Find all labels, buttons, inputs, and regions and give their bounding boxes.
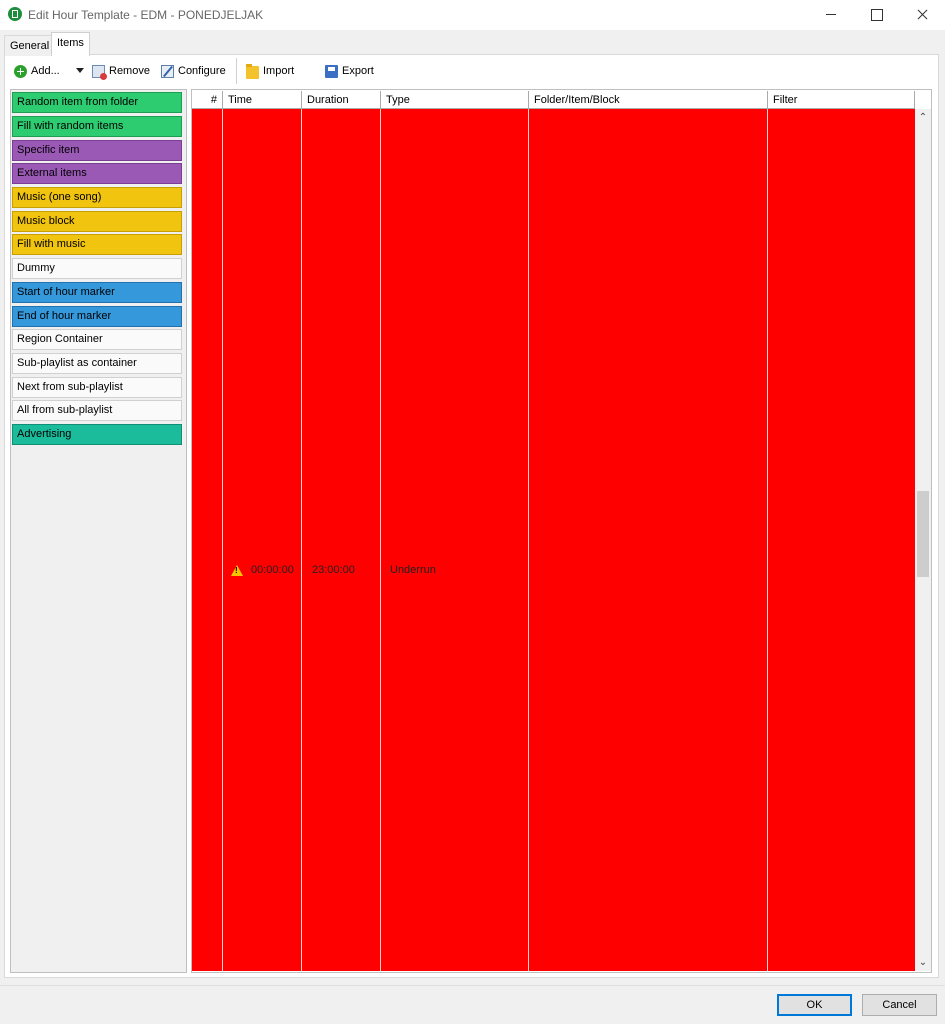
cancel-button[interactable]: Cancel — [862, 994, 937, 1016]
save-icon — [325, 64, 338, 78]
scroll-down-icon[interactable]: ⌄ — [915, 954, 931, 971]
column-divider — [222, 109, 223, 971]
column-divider — [767, 109, 768, 971]
row-duration: 23:00:00 — [312, 564, 355, 576]
column-header-number[interactable]: # — [192, 91, 223, 109]
configure-label: Configure — [178, 65, 226, 77]
configure-button[interactable]: Configure — [161, 62, 226, 80]
palette-item-dummy[interactable]: Dummy — [12, 258, 182, 279]
column-header-duration[interactable]: Duration — [302, 91, 381, 109]
scrollbar-thumb[interactable] — [917, 491, 929, 577]
palette-item-music-one-song[interactable]: Music (one song) — [12, 187, 182, 208]
minimize-button[interactable] — [808, 0, 854, 30]
ok-button[interactable]: OK — [777, 994, 852, 1016]
maximize-button[interactable] — [853, 0, 899, 30]
scroll-up-icon[interactable]: ⌃ — [915, 109, 931, 126]
palette-item-sub-playlist-as-container[interactable]: Sub-playlist as container — [12, 353, 182, 374]
export-button[interactable]: Export — [325, 62, 374, 80]
remove-label: Remove — [109, 65, 150, 77]
hour-template-icon — [8, 7, 22, 21]
palette-item-region-container[interactable]: Region Container — [12, 329, 182, 350]
close-button[interactable] — [899, 0, 945, 30]
remove-button[interactable]: Remove — [92, 62, 150, 80]
tab-items[interactable]: Items — [51, 32, 90, 56]
palette-item-end-of-hour-marker[interactable]: End of hour marker — [12, 306, 182, 327]
add-label: Add... — [31, 65, 60, 77]
column-divider — [380, 109, 381, 971]
window-title: Edit Hour Template - EDM - PONEDJELJAK — [28, 8, 264, 22]
add-button[interactable]: Add... — [14, 62, 60, 80]
row-type: Underrun — [390, 564, 436, 576]
add-icon — [14, 64, 27, 78]
title-bar: Edit Hour Template - EDM - PONEDJELJAK — [0, 0, 945, 30]
palette-item-random-item-from-folder[interactable]: Random item from folder — [12, 92, 182, 113]
warning-icon — [231, 565, 243, 576]
import-label: Import — [263, 65, 295, 77]
tab-general[interactable]: General — [4, 35, 56, 56]
palette-item-all-from-sub-playlist[interactable]: All from sub-playlist — [12, 400, 182, 421]
palette-item-next-from-sub-playlist[interactable]: Next from sub-playlist — [12, 377, 182, 398]
vertical-scrollbar[interactable]: ⌃ ⌄ — [915, 109, 931, 971]
column-header-folder-item-block[interactable]: Folder/Item/Block — [529, 91, 768, 109]
folder-icon — [246, 63, 259, 79]
palette-item-specific-item[interactable]: Specific item — [12, 140, 182, 161]
add-dropdown-arrow-icon[interactable] — [76, 68, 84, 73]
column-header-type[interactable]: Type — [381, 91, 529, 109]
toolbar-separator — [236, 58, 237, 84]
palette-item-fill-with-music[interactable]: Fill with music — [12, 234, 182, 255]
column-header-time[interactable]: Time — [223, 91, 302, 109]
column-divider — [301, 109, 302, 971]
palette-item-fill-with-random-items[interactable]: Fill with random items — [12, 116, 182, 137]
palette-item-advertising[interactable]: Advertising — [12, 424, 182, 445]
palette-item-music-block[interactable]: Music block — [12, 211, 182, 232]
column-header-filter[interactable]: Filter — [768, 91, 915, 109]
export-label: Export — [342, 65, 374, 77]
footer-divider — [0, 985, 945, 986]
palette-item-external-items[interactable]: External items — [12, 163, 182, 184]
import-button[interactable]: Import — [246, 62, 294, 80]
row-time: 00:00:00 — [251, 564, 294, 576]
remove-icon — [92, 64, 107, 80]
palette-item-start-of-hour-marker[interactable]: Start of hour marker — [12, 282, 182, 303]
configure-icon — [161, 64, 174, 78]
column-divider — [528, 109, 529, 971]
